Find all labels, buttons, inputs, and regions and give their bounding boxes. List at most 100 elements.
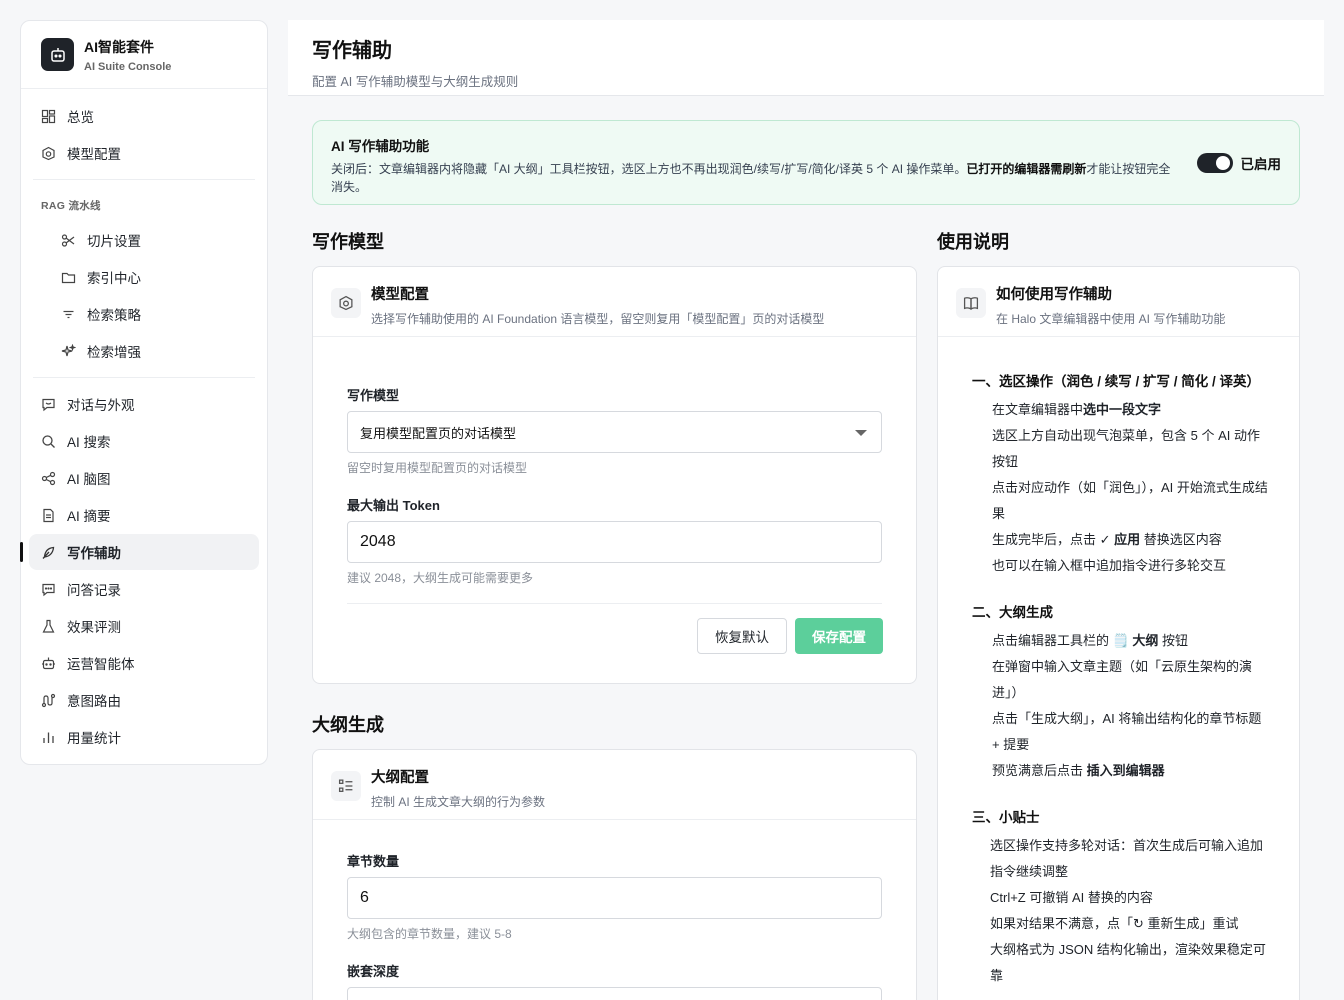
guide-text-bold: 选中一段文字 bbox=[1083, 402, 1162, 417]
guide-text: 在文章编辑器中 bbox=[992, 402, 1084, 417]
nav-label: 检索策略 bbox=[87, 308, 141, 323]
page-header: 写作辅助 配置 AI 写作辅助模型与大纲生成规则 bbox=[288, 20, 1324, 96]
guide-step: 点击对应动作（如「润色」），AI 开始流式生成结果 bbox=[992, 480, 1268, 521]
nav-label: AI 摘要 bbox=[67, 509, 111, 524]
card-title: 如何使用写作辅助 bbox=[996, 287, 1112, 303]
chapters-field-label: 章节数量 bbox=[347, 854, 400, 869]
model-field-label: 写作模型 bbox=[347, 388, 400, 403]
guide-card: 如何使用写作辅助 在 Halo 文章编辑器中使用 AI 写作辅助功能 一、选区操… bbox=[937, 266, 1300, 1000]
section-title-guide: 使用说明 bbox=[937, 232, 1009, 252]
dashboard-icon bbox=[41, 109, 56, 124]
nav-item-enhance[interactable]: 检索增强 bbox=[29, 333, 259, 369]
nav-item-summary[interactable]: AI 摘要 bbox=[29, 497, 259, 533]
card-header: 大纲配置 控制 AI 生成文章大纲的行为参数 bbox=[313, 750, 916, 820]
nav-label: 模型配置 bbox=[67, 147, 121, 162]
reset-button[interactable]: 恢复默认 bbox=[697, 618, 787, 654]
writing-model-select[interactable]: 复用模型配置页的对话模型 bbox=[347, 411, 882, 453]
nav-label: 检索增强 bbox=[87, 345, 141, 360]
guide-heading-outline: 二、大纲生成 bbox=[972, 605, 1053, 620]
nav-label: 问答记录 bbox=[67, 583, 121, 598]
robot-logo-icon bbox=[41, 38, 74, 71]
filter-icon bbox=[61, 307, 76, 322]
model-icon bbox=[331, 288, 361, 318]
nav-label: 索引中心 bbox=[87, 271, 141, 286]
nav-label: 运营智能体 bbox=[67, 657, 135, 672]
section-title-writing-model: 写作模型 bbox=[312, 232, 384, 252]
nav-item-router[interactable]: 意图路由 bbox=[29, 682, 259, 718]
guide-tip: Ctrl+Z 可撤销 AI 替换的内容 bbox=[990, 890, 1153, 905]
nav-item-eval[interactable]: 效果评测 bbox=[29, 608, 259, 644]
card-title: 大纲配置 bbox=[371, 770, 429, 786]
model-icon bbox=[41, 146, 56, 161]
guide-step: 在文章编辑器中选中一段文字 bbox=[992, 397, 1272, 423]
card-subtitle: 在 Halo 文章编辑器中使用 AI 写作辅助功能 bbox=[996, 312, 1226, 326]
guide-text-bold: ✓ 应用 bbox=[1099, 532, 1141, 547]
nav-label: 写作辅助 bbox=[67, 546, 121, 561]
group-label-rag: RAG 流水线 bbox=[41, 200, 101, 212]
banner-title: AI 写作辅助功能 bbox=[331, 139, 430, 154]
nav-label: 意图路由 bbox=[67, 694, 121, 709]
guide-tip: 如果对结果不满意，点「↻ 重新生成」重试 bbox=[990, 916, 1239, 931]
depth-input[interactable] bbox=[347, 987, 882, 1000]
banner-desc-bold: 已打开的编辑器需刷新 bbox=[966, 162, 1087, 176]
model-field-hint: 留空时复用模型配置页的对话模型 bbox=[347, 461, 528, 475]
scissors-icon bbox=[61, 233, 76, 248]
flask-icon bbox=[41, 619, 56, 634]
depth-field-label: 嵌套深度 bbox=[347, 964, 400, 979]
nav-item-usage[interactable]: 用量统计 bbox=[29, 719, 259, 755]
guide-text-bold: 插入到编辑器 bbox=[1086, 763, 1165, 778]
nav-label: AI 搜索 bbox=[67, 435, 111, 450]
divider bbox=[33, 377, 255, 378]
nav-item-mindmap[interactable]: AI 脑图 bbox=[29, 460, 259, 496]
guide-step: 点击「生成大纲」，AI 将输出结构化的章节标题 + 提要 bbox=[992, 711, 1262, 752]
model-config-card: 模型配置 选择写作辅助使用的 AI Foundation 语言模型，留空则复用「… bbox=[312, 266, 917, 684]
banner-desc-text: 关闭后：文章编辑器内将隐藏「AI 大纲」工具栏按钮，选区上方也不再出现润色/续写… bbox=[331, 162, 967, 176]
nav-item-index[interactable]: 索引中心 bbox=[29, 259, 259, 295]
nav-item-qa[interactable]: 问答记录 bbox=[29, 571, 259, 607]
guide-step: 选区上方自动出现气泡菜单，包含 5 个 AI 动作按钮 bbox=[992, 428, 1260, 469]
chapters-field-hint: 大纲包含的章节数量，建议 5-8 bbox=[347, 927, 512, 941]
guide-text: 按钮 bbox=[1158, 633, 1189, 648]
card-title: 模型配置 bbox=[371, 287, 429, 303]
guide-step: 点击编辑器工具栏的 🗒️ 大纲 按钮 bbox=[992, 628, 1272, 654]
list-checks-icon bbox=[331, 771, 361, 801]
brand: AI智能套件 AI Suite Console bbox=[21, 21, 267, 89]
guide-text-bold: 🗒️ 大纲 bbox=[1112, 633, 1159, 648]
token-field-hint: 建议 2048，大纲生成可能需要更多 bbox=[347, 571, 534, 585]
section-title-outline: 大纲生成 bbox=[312, 715, 384, 735]
nav-label: 用量统计 bbox=[67, 731, 121, 746]
save-button[interactable]: 保存配置 bbox=[795, 618, 883, 654]
guide-heading-tips: 三、小贴士 bbox=[972, 810, 1040, 825]
nav-item-chat[interactable]: 对话与外观 bbox=[29, 386, 259, 422]
nav-item-model-config[interactable]: 模型配置 bbox=[29, 135, 259, 171]
guide-heading-selection: 一、选区操作（润色 / 续写 / 扩写 / 简化 / 译英） bbox=[972, 374, 1261, 389]
nav-item-overview[interactable]: 总览 bbox=[29, 98, 259, 134]
toggle-label: 已启用 bbox=[1240, 157, 1282, 172]
share-nodes-icon bbox=[41, 471, 56, 486]
nav-item-search[interactable]: AI 搜索 bbox=[29, 423, 259, 459]
nav-item-chunk[interactable]: 切片设置 bbox=[29, 222, 259, 258]
search-icon bbox=[41, 434, 56, 449]
nav-item-writing[interactable]: 写作辅助 bbox=[20, 534, 259, 570]
nav-item-agent[interactable]: 运营智能体 bbox=[29, 645, 259, 681]
input-value: 2048 bbox=[360, 533, 396, 550]
feature-toggle-wrap: 已启用 bbox=[1196, 153, 1282, 173]
nav-label: 总览 bbox=[67, 110, 94, 125]
page-title: 写作辅助 bbox=[312, 40, 392, 62]
nav-item-retrieval[interactable]: 检索策略 bbox=[29, 296, 259, 332]
input-value: 6 bbox=[360, 889, 369, 906]
guide-text: 点击编辑器工具栏的 bbox=[992, 633, 1113, 648]
chapters-input[interactable]: 6 bbox=[347, 877, 882, 919]
feature-toggle[interactable] bbox=[1196, 153, 1233, 173]
guide-step: 生成完毕后，点击 ✓ 应用 替换选区内容 bbox=[992, 527, 1272, 553]
route-icon bbox=[41, 693, 56, 708]
page-subtitle: 配置 AI 写作辅助模型与大纲生成规则 bbox=[312, 75, 519, 89]
divider bbox=[33, 179, 255, 180]
chat-dots-icon bbox=[41, 582, 56, 597]
chevron-down-icon bbox=[855, 430, 867, 436]
outline-config-card: 大纲配置 控制 AI 生成文章大纲的行为参数 章节数量 6 大纲包含的章节数量，… bbox=[312, 749, 917, 1000]
divider bbox=[347, 603, 882, 604]
guide-tip: 大纲格式为 JSON 结构化输出，渲染效果稳定可靠 bbox=[990, 942, 1266, 983]
max-token-input[interactable]: 2048 bbox=[347, 521, 882, 563]
bar-chart-icon bbox=[41, 730, 56, 745]
